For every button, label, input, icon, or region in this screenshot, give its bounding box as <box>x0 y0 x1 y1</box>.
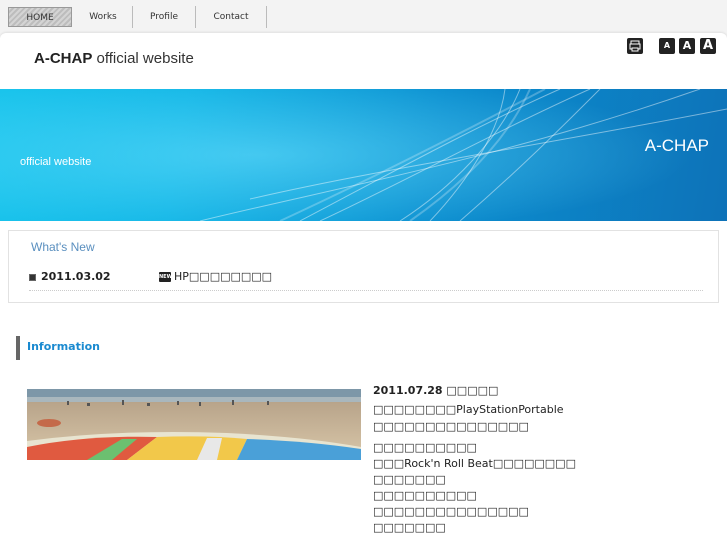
information-date: 2011.07.28 □□□□□ <box>373 384 499 397</box>
banner-subtitle: official website <box>20 156 92 168</box>
nav-contact[interactable]: Contact <box>196 7 266 27</box>
top-navigation: HOME Works Profile Contact <box>0 0 727 33</box>
banner-brand: A-CHAP <box>644 136 709 155</box>
banner-light-streaks <box>0 89 727 221</box>
bullet-icon <box>29 274 36 281</box>
new-badge-icon: NEW <box>159 272 173 282</box>
news-date: 2011.03.02 <box>41 270 111 283</box>
nav-profile[interactable]: Profile <box>133 7 195 27</box>
beach-photo <box>27 389 361 460</box>
information-line: □□□□□□□□□□□□□□□ <box>373 420 529 433</box>
font-size-medium-button[interactable]: A <box>679 38 695 54</box>
page-tools: A A A <box>627 38 717 54</box>
nav-home[interactable]: HOME <box>8 7 72 27</box>
information-heading: Information <box>27 340 100 353</box>
information-line: □□□Rock'n Roll Beat□□□□□□□□ <box>373 457 576 470</box>
whats-new-heading: What's New <box>31 240 95 254</box>
information-line: □□□□□□□□□□ <box>373 441 477 454</box>
information-line: □□□□□□□□□□ <box>373 489 477 502</box>
information-line: □□□□□□□ <box>373 473 446 486</box>
site-title[interactable]: A-CHAP official website <box>34 50 194 67</box>
nav-works[interactable]: Works <box>74 7 132 27</box>
hero-banner: official website A-CHAP <box>0 89 727 221</box>
information-line: □□□□□□□ <box>373 521 446 534</box>
font-size-small-button[interactable]: A <box>659 38 675 54</box>
whats-new-section: What's New 2011.03.02 NEW HP□□□□□□□□ <box>8 230 719 303</box>
news-link[interactable]: HP□□□□□□□□ <box>174 270 272 283</box>
information-line: □□□□□□□□PlayStationPortable <box>373 403 564 416</box>
print-icon[interactable] <box>627 38 643 54</box>
news-item[interactable]: 2011.03.02 NEW HP□□□□□□□□ <box>29 269 703 291</box>
site-title-rest: official website <box>92 50 194 67</box>
nav-divider <box>266 6 267 28</box>
font-size-large-button[interactable]: A <box>700 38 716 54</box>
information-heading-bar <box>16 336 20 360</box>
site-title-brand: A-CHAP <box>34 50 93 67</box>
information-line: □□□□□□□□□□□□□□□ <box>373 505 529 518</box>
